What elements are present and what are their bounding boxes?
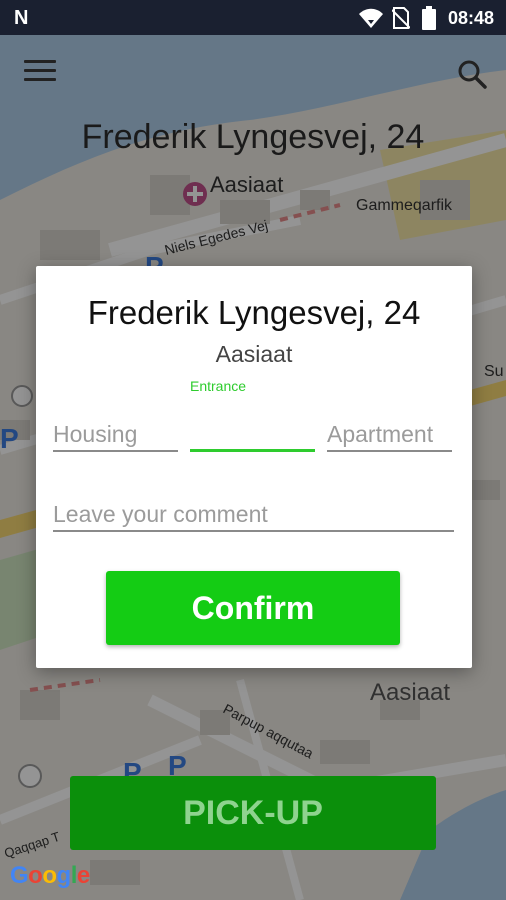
entrance-label: Entrance <box>190 378 247 394</box>
confirm-button[interactable]: Confirm <box>106 571 400 645</box>
pickup-button[interactable]: PICK-UP <box>70 776 436 850</box>
no-sim-icon <box>392 7 410 29</box>
housing-field <box>53 418 178 452</box>
status-bar: N 08:48 <box>0 0 506 35</box>
comment-field <box>53 498 454 532</box>
entrance-field: Entrance <box>190 378 315 452</box>
hamburger-menu-button[interactable] <box>24 60 56 88</box>
header-address: Frederik Lyngesvej, 24 <box>81 118 425 156</box>
status-time: 08:48 <box>447 8 494 28</box>
housing-input[interactable] <box>53 418 178 452</box>
address-details-dialog: Frederik Lyngesvej, 24 Aasiaat Entrance … <box>36 266 472 668</box>
dialog-title: Frederik Lyngesvej, 24 <box>87 294 421 331</box>
n-logo-icon: N <box>14 7 29 29</box>
apartment-input[interactable] <box>327 418 452 452</box>
hamburger-menu-icon <box>24 60 56 63</box>
search-icon[interactable] <box>456 58 488 90</box>
battery-icon <box>422 6 436 30</box>
apartment-field <box>327 418 452 452</box>
wifi-signal-icon <box>359 8 383 28</box>
entrance-input[interactable] <box>190 418 315 452</box>
dialog-city: Aasiaat <box>215 341 293 367</box>
google-logo: Google <box>10 862 90 889</box>
comment-input[interactable] <box>53 498 454 532</box>
